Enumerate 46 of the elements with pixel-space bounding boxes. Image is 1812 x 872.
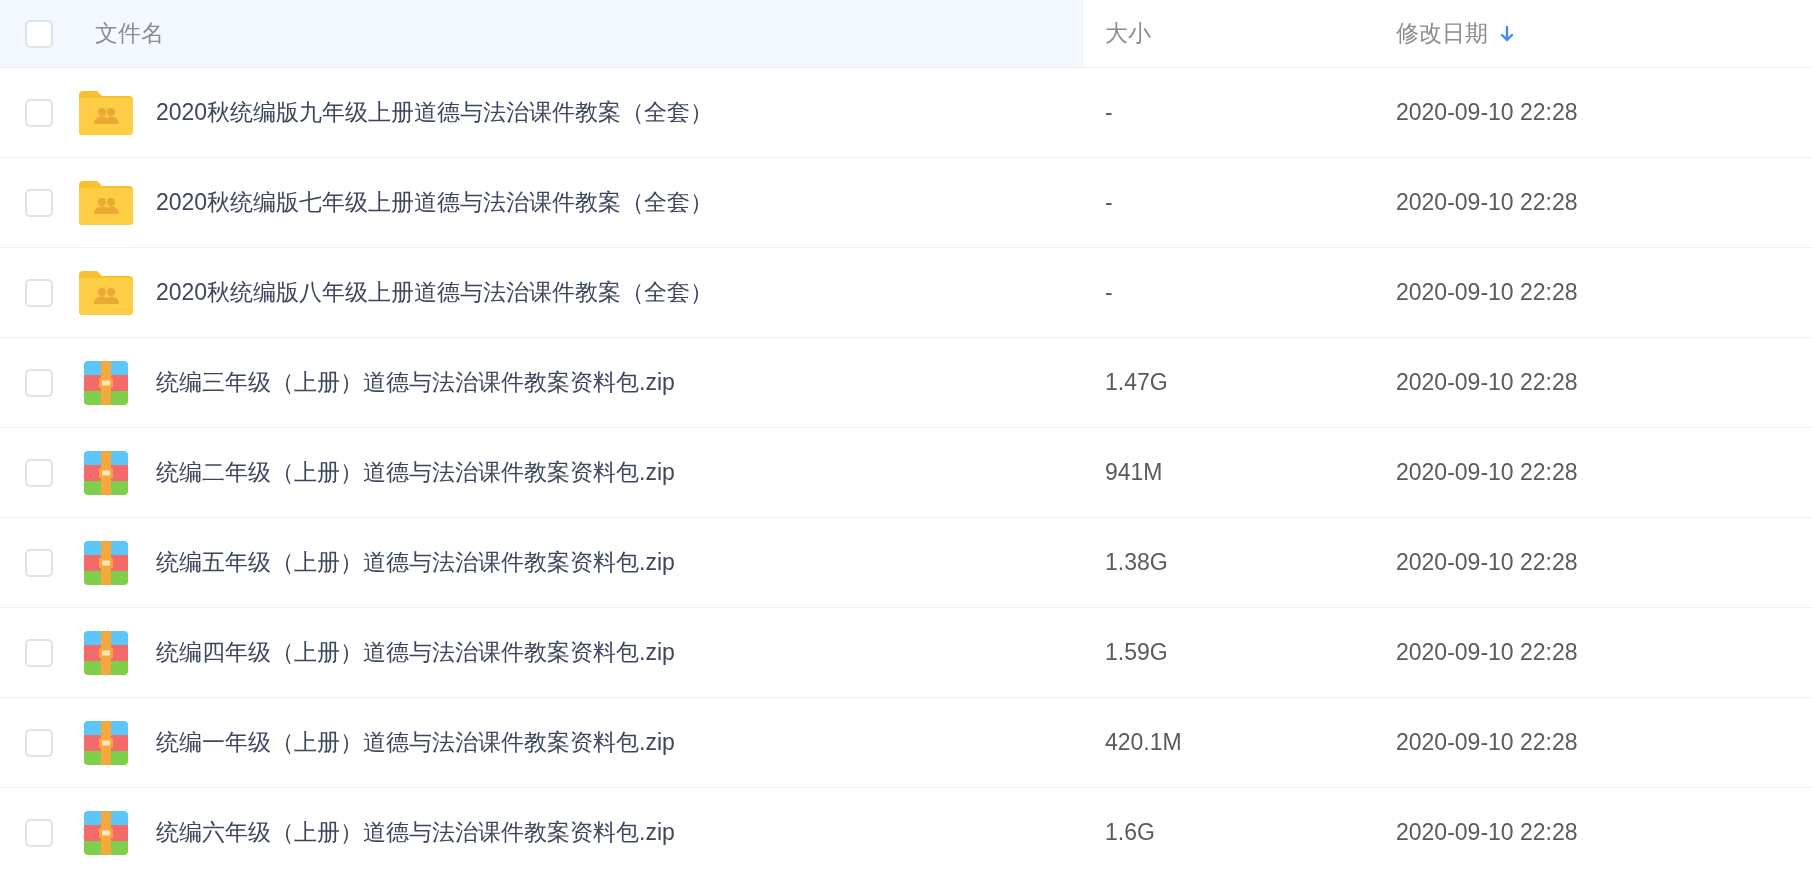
modified-date: 2020-09-10 22:28 xyxy=(1396,458,1578,488)
modified-date: 2020-09-10 22:28 xyxy=(1396,368,1578,398)
file-name[interactable]: 2020秋统编版七年级上册道德与法治课件教案（全套） xyxy=(156,185,714,220)
file-name[interactable]: 统编四年级（上册）道德与法治课件教案资料包.zip xyxy=(156,635,675,670)
modified-date: 2020-09-10 22:28 xyxy=(1396,548,1578,578)
modified-date: 2020-09-10 22:28 xyxy=(1396,638,1578,668)
file-size: - xyxy=(1105,98,1113,128)
archive-icon xyxy=(84,810,128,855)
archive-icon xyxy=(84,630,128,675)
file-name[interactable]: 统编二年级（上册）道德与法治课件教案资料包.zip xyxy=(156,455,675,490)
file-name[interactable]: 统编六年级（上册）道德与法治课件教案资料包.zip xyxy=(156,815,675,850)
file-size: - xyxy=(1105,278,1113,308)
archive-icon xyxy=(84,450,128,495)
file-name[interactable]: 统编一年级（上册）道德与法治课件教案资料包.zip xyxy=(156,725,675,760)
shared-folder-icon xyxy=(79,270,133,315)
select-all-checkbox[interactable] xyxy=(25,19,53,48)
file-size: 420.1M xyxy=(1105,728,1182,758)
archive-icon xyxy=(84,720,128,765)
row-checkbox[interactable] xyxy=(25,98,53,127)
file-size: 941M xyxy=(1105,458,1163,488)
file-name[interactable]: 2020秋统编版八年级上册道德与法治课件教案（全套） xyxy=(156,275,714,310)
row-checkbox[interactable] xyxy=(25,818,53,847)
row-checkbox[interactable] xyxy=(25,278,53,307)
file-size: 1.47G xyxy=(1105,368,1168,398)
file-size: 1.6G xyxy=(1105,818,1155,848)
file-name[interactable]: 统编五年级（上册）道德与法治课件教案资料包.zip xyxy=(156,545,675,580)
archive-icon xyxy=(84,540,128,585)
modified-date: 2020-09-10 22:28 xyxy=(1396,728,1578,758)
row-checkbox[interactable] xyxy=(25,638,53,667)
file-size: 1.38G xyxy=(1105,548,1168,578)
archive-icon xyxy=(84,360,128,405)
modified-date: 2020-09-10 22:28 xyxy=(1396,188,1578,218)
shared-folder-icon xyxy=(79,180,133,225)
row-checkbox[interactable] xyxy=(25,368,53,397)
row-checkbox[interactable] xyxy=(25,728,53,757)
modified-date: 2020-09-10 22:28 xyxy=(1396,278,1578,308)
file-size: 1.59G xyxy=(1105,638,1168,668)
row-checkbox[interactable] xyxy=(25,188,53,217)
file-name[interactable]: 统编三年级（上册）道德与法治课件教案资料包.zip xyxy=(156,365,675,400)
file-name[interactable]: 2020秋统编版九年级上册道德与法治课件教案（全套） xyxy=(156,95,714,130)
modified-date: 2020-09-10 22:28 xyxy=(1396,98,1578,128)
row-checkbox[interactable] xyxy=(25,458,53,487)
shared-folder-icon xyxy=(79,90,133,135)
modified-date: 2020-09-10 22:28 xyxy=(1396,818,1578,848)
file-size: - xyxy=(1105,188,1113,218)
row-checkbox[interactable] xyxy=(25,548,53,577)
